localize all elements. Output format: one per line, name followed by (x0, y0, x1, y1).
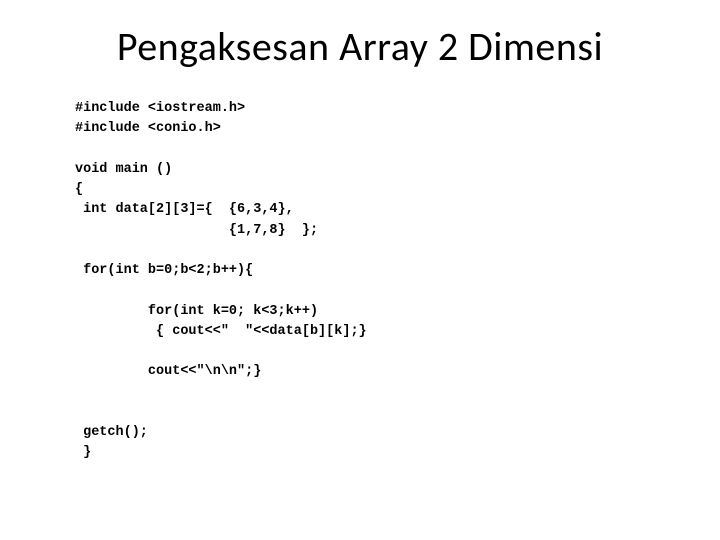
code-line: cout<<"\n\n";} (75, 364, 261, 379)
code-line: } (75, 445, 91, 460)
code-line: {1,7,8} }; (75, 223, 318, 238)
code-block: #include <iostream.h> #include <conio.h>… (75, 99, 645, 464)
code-line: { cout<<" "<<data[b][k];} (75, 324, 367, 339)
slide-container: Pengaksesan Array 2 Dimensi #include <io… (0, 0, 720, 540)
code-line: for(int k=0; k<3;k++) (75, 304, 318, 319)
code-line: void main () (75, 162, 172, 177)
code-line: for(int b=0;b<2;b++){ (75, 263, 253, 278)
code-line: { (75, 182, 83, 197)
code-line: int data[2][3]={ {6,3,4}, (75, 202, 294, 217)
code-line: getch(); (75, 425, 148, 440)
code-line: #include <iostream.h> (75, 101, 245, 116)
slide-title: Pengaksesan Array 2 Dimensi (75, 22, 645, 71)
code-line: #include <conio.h> (75, 121, 221, 136)
